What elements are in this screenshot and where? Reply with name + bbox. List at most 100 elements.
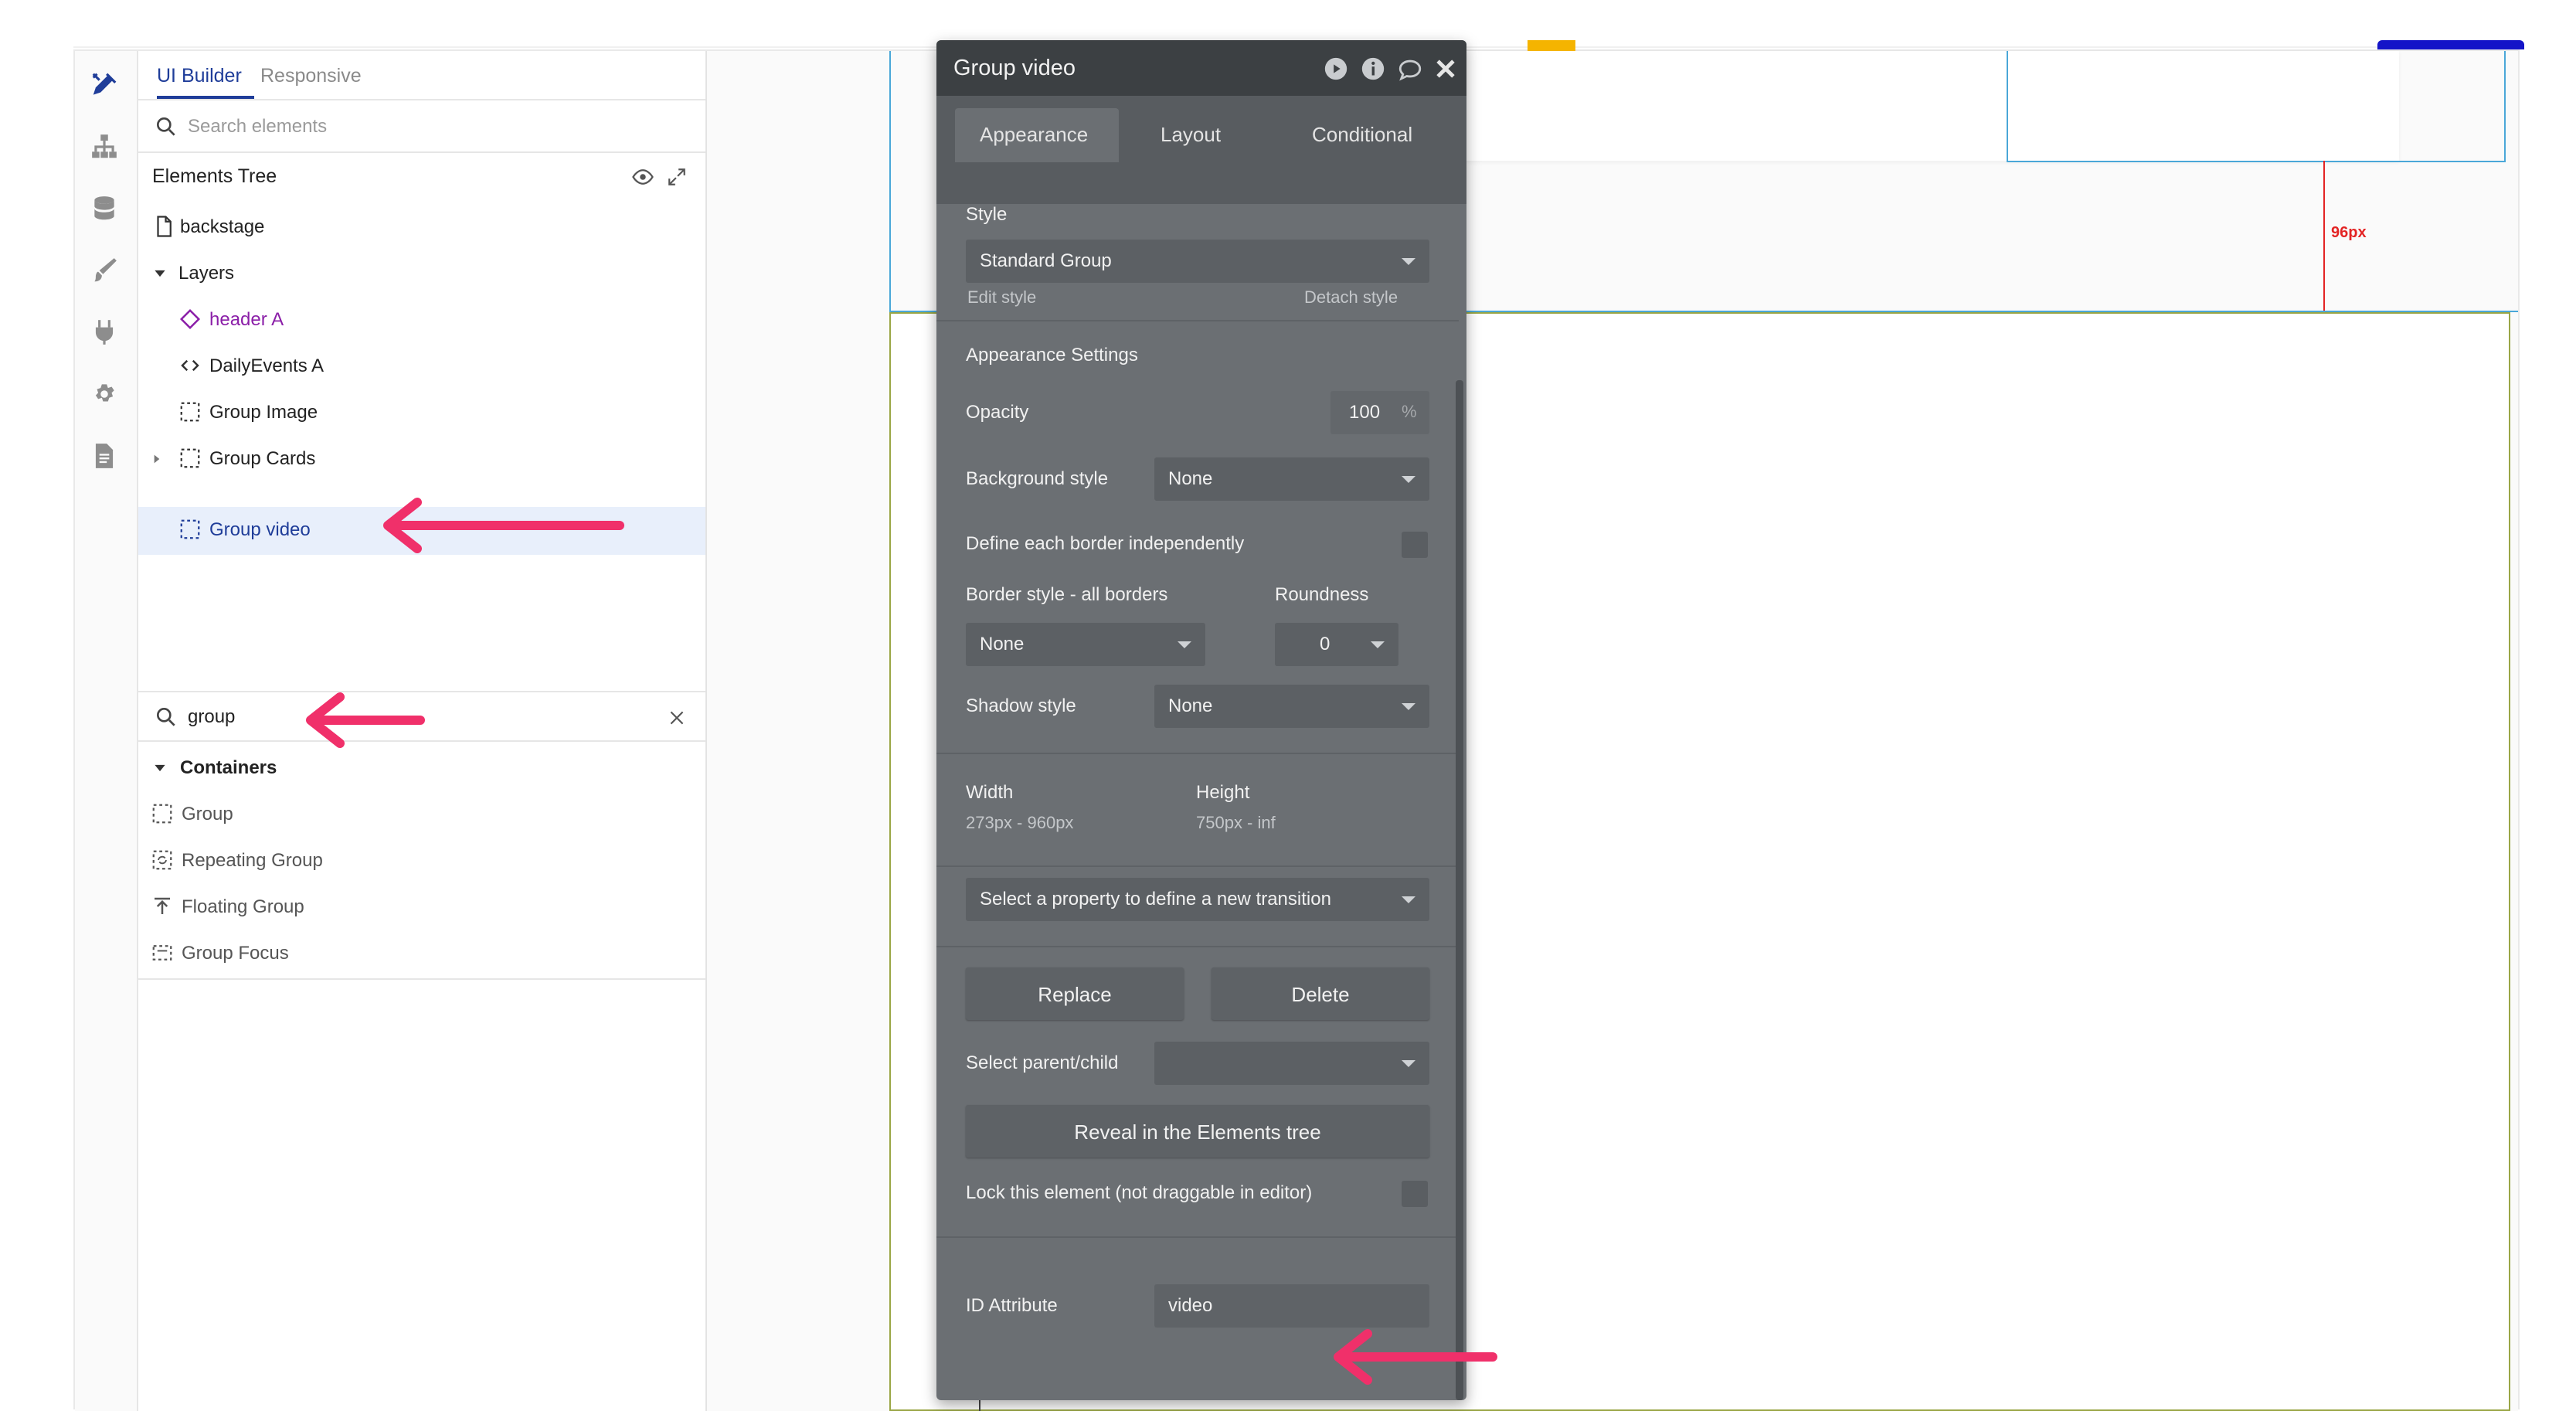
roundness-input[interactable]: 0 — [1275, 623, 1398, 666]
width-value: 273px - 960px — [966, 813, 1074, 832]
opacity-input[interactable]: 100 % — [1330, 391, 1429, 434]
preview-icon[interactable] — [1323, 56, 1349, 82]
tree-item-layers[interactable]: Layers — [138, 250, 705, 298]
tree-item-group-image[interactable]: Group Image — [138, 389, 705, 437]
background-style-label: Background style — [966, 468, 1109, 489]
border-style-dropdown[interactable]: None — [966, 623, 1205, 666]
logs-tab-icon[interactable] — [86, 437, 123, 474]
divider — [138, 978, 705, 980]
containers-category[interactable]: Containers — [138, 745, 705, 793]
group-icon — [180, 402, 200, 422]
reusable-element-icon — [179, 308, 201, 330]
transition-placeholder: Select a property to define a new transi… — [980, 889, 1331, 910]
plugins-tab-icon[interactable] — [86, 314, 123, 351]
chevron-right-icon[interactable] — [151, 453, 163, 465]
chevron-down-icon — [1402, 1060, 1415, 1067]
palette-item-floating-group[interactable]: Floating Group — [138, 884, 705, 932]
settings-tab-icon[interactable] — [86, 376, 123, 413]
id-attribute-label: ID Attribute — [966, 1295, 1058, 1316]
border-independent-checkbox[interactable] — [1402, 532, 1428, 558]
opacity-value: 100 — [1349, 402, 1381, 423]
tab-responsive[interactable]: Responsive — [260, 65, 362, 87]
tree-item-label: Layers — [178, 263, 235, 284]
tab-layout[interactable]: Layout — [1161, 123, 1221, 147]
workflow-tab-icon[interactable] — [86, 128, 123, 165]
tree-item-label: header A — [209, 309, 284, 330]
roundness-value: 0 — [1320, 634, 1330, 654]
shadow-style-label: Shadow style — [966, 695, 1076, 716]
tree-item-label: Group Image — [209, 402, 318, 423]
divider — [936, 753, 1459, 754]
search-input[interactable]: Search elements — [188, 116, 327, 138]
eye-icon[interactable] — [631, 165, 654, 189]
tree-item-page[interactable]: backstage — [138, 204, 705, 252]
palette-item-label: Floating Group — [182, 896, 304, 917]
elements-tree-title: Elements Tree — [152, 165, 277, 187]
divider — [138, 99, 705, 100]
design-tab-icon[interactable] — [86, 66, 123, 104]
styles-tab-icon[interactable] — [86, 252, 123, 289]
property-editor-scrollbar[interactable] — [1456, 380, 1463, 1400]
tree-item-header-a[interactable]: header A — [138, 297, 705, 345]
width-label: Width — [966, 782, 1014, 803]
background-style-dropdown[interactable]: None — [1154, 457, 1429, 501]
header-element[interactable] — [1418, 51, 2399, 161]
opacity-label: Opacity — [966, 402, 1029, 423]
chevron-down-icon — [155, 270, 165, 277]
detach-style-link[interactable]: Detach style — [1304, 287, 1398, 308]
replace-button[interactable]: Replace — [966, 967, 1184, 1020]
id-attribute-value: video — [1168, 1295, 1213, 1316]
tree-item-label: Group video — [209, 519, 311, 540]
chevron-down-icon — [1178, 641, 1191, 648]
annotation-arrow — [1334, 1329, 1497, 1385]
background-style-value: None — [1168, 468, 1213, 489]
palette-item-group[interactable]: Group — [138, 791, 705, 839]
chevron-down-icon — [1402, 258, 1415, 265]
divider — [936, 865, 1459, 867]
edit-style-link[interactable]: Edit style — [967, 287, 1036, 308]
canvas-guide-line — [2504, 51, 2506, 162]
delete-button[interactable]: Delete — [1212, 967, 1429, 1020]
palette-search-input[interactable]: group — [188, 706, 235, 728]
canvas-guide-line — [2007, 51, 2008, 162]
data-tab-icon[interactable] — [86, 190, 123, 227]
group-focus-icon — [152, 945, 172, 960]
search-icon — [157, 117, 175, 136]
page-icon — [157, 216, 172, 237]
tab-conditional[interactable]: Conditional — [1312, 123, 1412, 147]
replace-button-label: Replace — [1038, 983, 1112, 1006]
reveal-in-tree-button[interactable]: Reveal in the Elements tree — [966, 1105, 1429, 1158]
tab-ui-builder[interactable]: UI Builder — [157, 65, 242, 87]
clear-search-icon[interactable] — [667, 708, 687, 728]
tree-item-group-cards[interactable]: Group Cards — [138, 436, 705, 484]
spacing-indicator-line — [2323, 161, 2325, 311]
info-icon[interactable] — [1360, 56, 1386, 82]
group-icon — [152, 804, 172, 824]
style-dropdown[interactable]: Standard Group — [966, 240, 1429, 283]
handle-marker — [1528, 40, 1575, 51]
tree-item-label: Group Cards — [209, 448, 316, 469]
parent-child-dropdown[interactable] — [1154, 1042, 1429, 1085]
height-value: 750px - inf — [1196, 813, 1276, 832]
expand-icon[interactable] — [667, 167, 687, 187]
palette-item-repeating-group[interactable]: Repeating Group — [138, 838, 705, 886]
tree-item-dailyevents-a[interactable]: DailyEvents A — [138, 343, 705, 391]
palette-item-group-focus[interactable]: Group Focus — [138, 930, 705, 978]
delete-button-label: Delete — [1291, 983, 1350, 1006]
search-icon — [157, 708, 175, 726]
lock-element-checkbox[interactable] — [1402, 1181, 1428, 1207]
chevron-down-icon — [1371, 641, 1385, 648]
property-editor-header[interactable]: Group video — [936, 40, 1466, 96]
repeating-group-icon — [152, 850, 172, 870]
transition-dropdown[interactable]: Select a property to define a new transi… — [966, 878, 1429, 921]
shadow-style-dropdown[interactable]: None — [1154, 685, 1429, 728]
group-icon — [180, 448, 200, 468]
id-attribute-input[interactable]: video — [1154, 1284, 1429, 1328]
border-style-label: Border style - all borders — [966, 584, 1168, 605]
property-editor: Group video Appearance Layout Conditiona… — [936, 40, 1466, 1400]
spacing-label: 96px — [2331, 224, 2367, 241]
element-tree-search[interactable]: Search elements — [138, 104, 705, 151]
close-icon[interactable] — [1432, 56, 1459, 82]
comment-icon[interactable] — [1397, 56, 1423, 82]
group-icon — [180, 519, 200, 539]
